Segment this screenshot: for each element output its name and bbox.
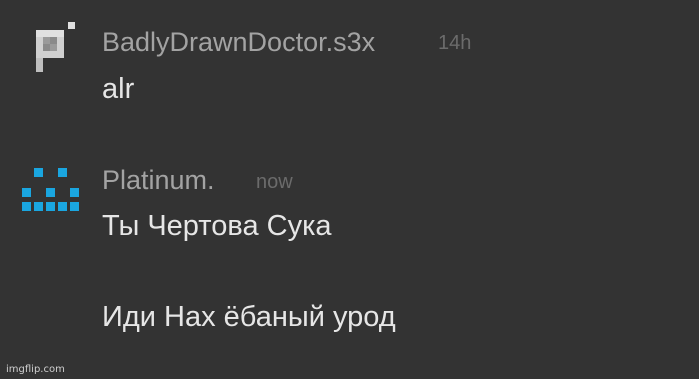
timestamp: now (256, 171, 293, 193)
username[interactable]: BadlyDrawnDoctor.s3x (102, 29, 375, 56)
username[interactable]: Platinum. (102, 167, 215, 194)
imgflip-watermark: imgflip.com (6, 364, 65, 375)
user-avatar[interactable] (20, 164, 80, 224)
message-text: Ты Чертова Сука (102, 210, 332, 242)
message-text: Иди Нах ёбаный урод (102, 301, 396, 333)
message-text: alr (102, 73, 135, 105)
timestamp: 14h (438, 32, 472, 54)
gray-pixel-p-icon (36, 22, 75, 72)
user-avatar[interactable] (28, 22, 88, 82)
blue-pixel-smiley-icon (22, 168, 79, 211)
